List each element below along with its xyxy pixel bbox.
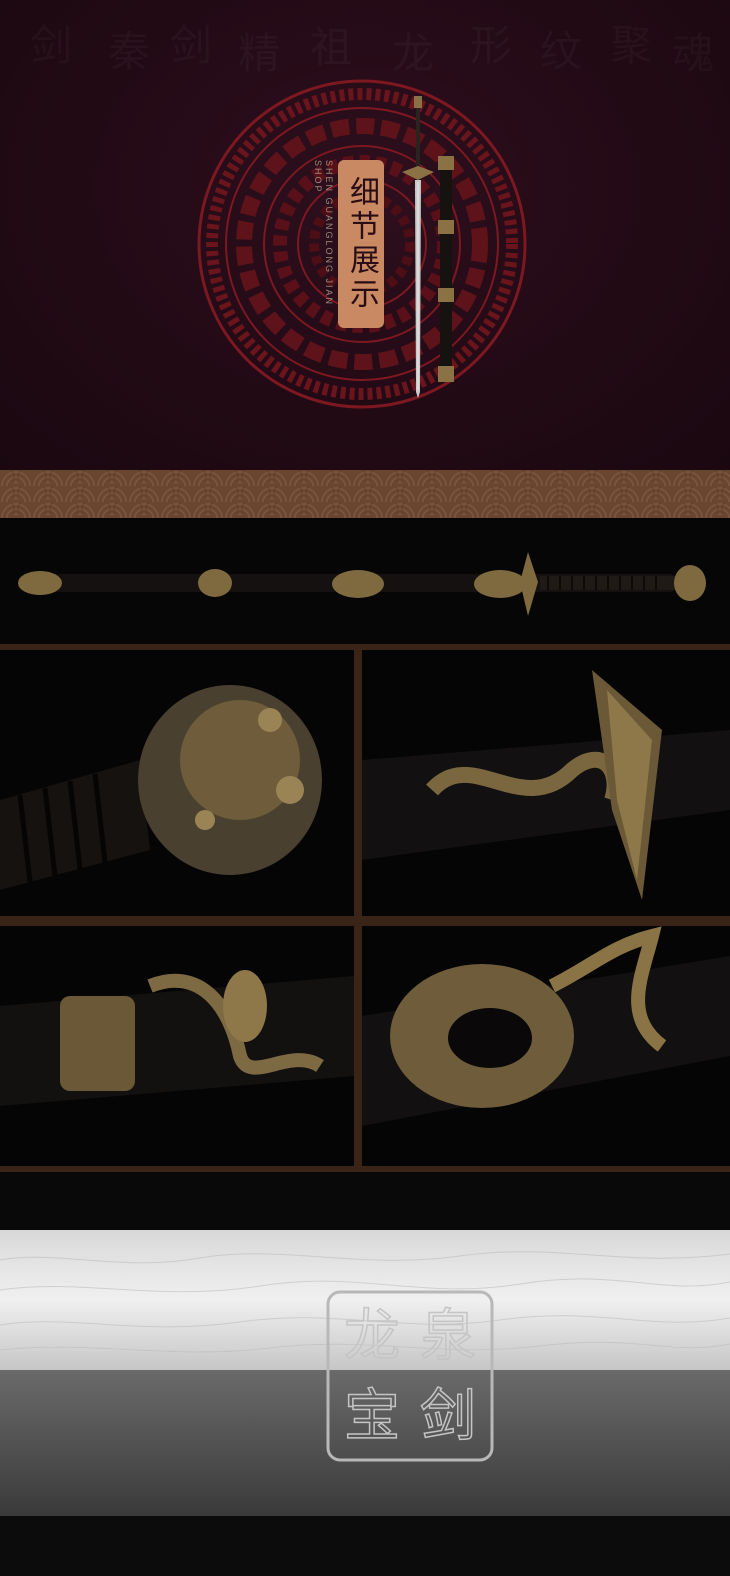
scabbard-crane-detail-photo <box>0 926 354 1166</box>
full-sword-photo <box>0 518 730 644</box>
sword-panorama-image <box>18 552 706 616</box>
section-divider <box>0 1172 730 1230</box>
pattern-banner <box>0 470 730 518</box>
title-badge: 细节展示 <box>338 160 384 328</box>
pommel-detail-photo <box>0 650 354 916</box>
scabbard-tip-detail-photo <box>362 926 730 1166</box>
page-title: 细节展示 <box>344 176 379 312</box>
shop-subtitle: SHEN GUANGLONG JIAN SHOP <box>312 160 334 330</box>
blade-closeup-image: 龙泉宝剑 <box>0 1230 730 1576</box>
detail-photo-grid <box>0 644 730 1172</box>
blade-seal-photo: 龙泉宝剑 <box>0 1230 730 1576</box>
hero-section: 剑 秦 剑 精 祖 龙 形 纹 聚 魂 <box>0 0 730 470</box>
wave-pattern <box>0 470 730 518</box>
subtitle-line-1: SHEN GUANGLONG <box>324 160 334 275</box>
guard-dragon-detail-photo <box>362 650 730 916</box>
